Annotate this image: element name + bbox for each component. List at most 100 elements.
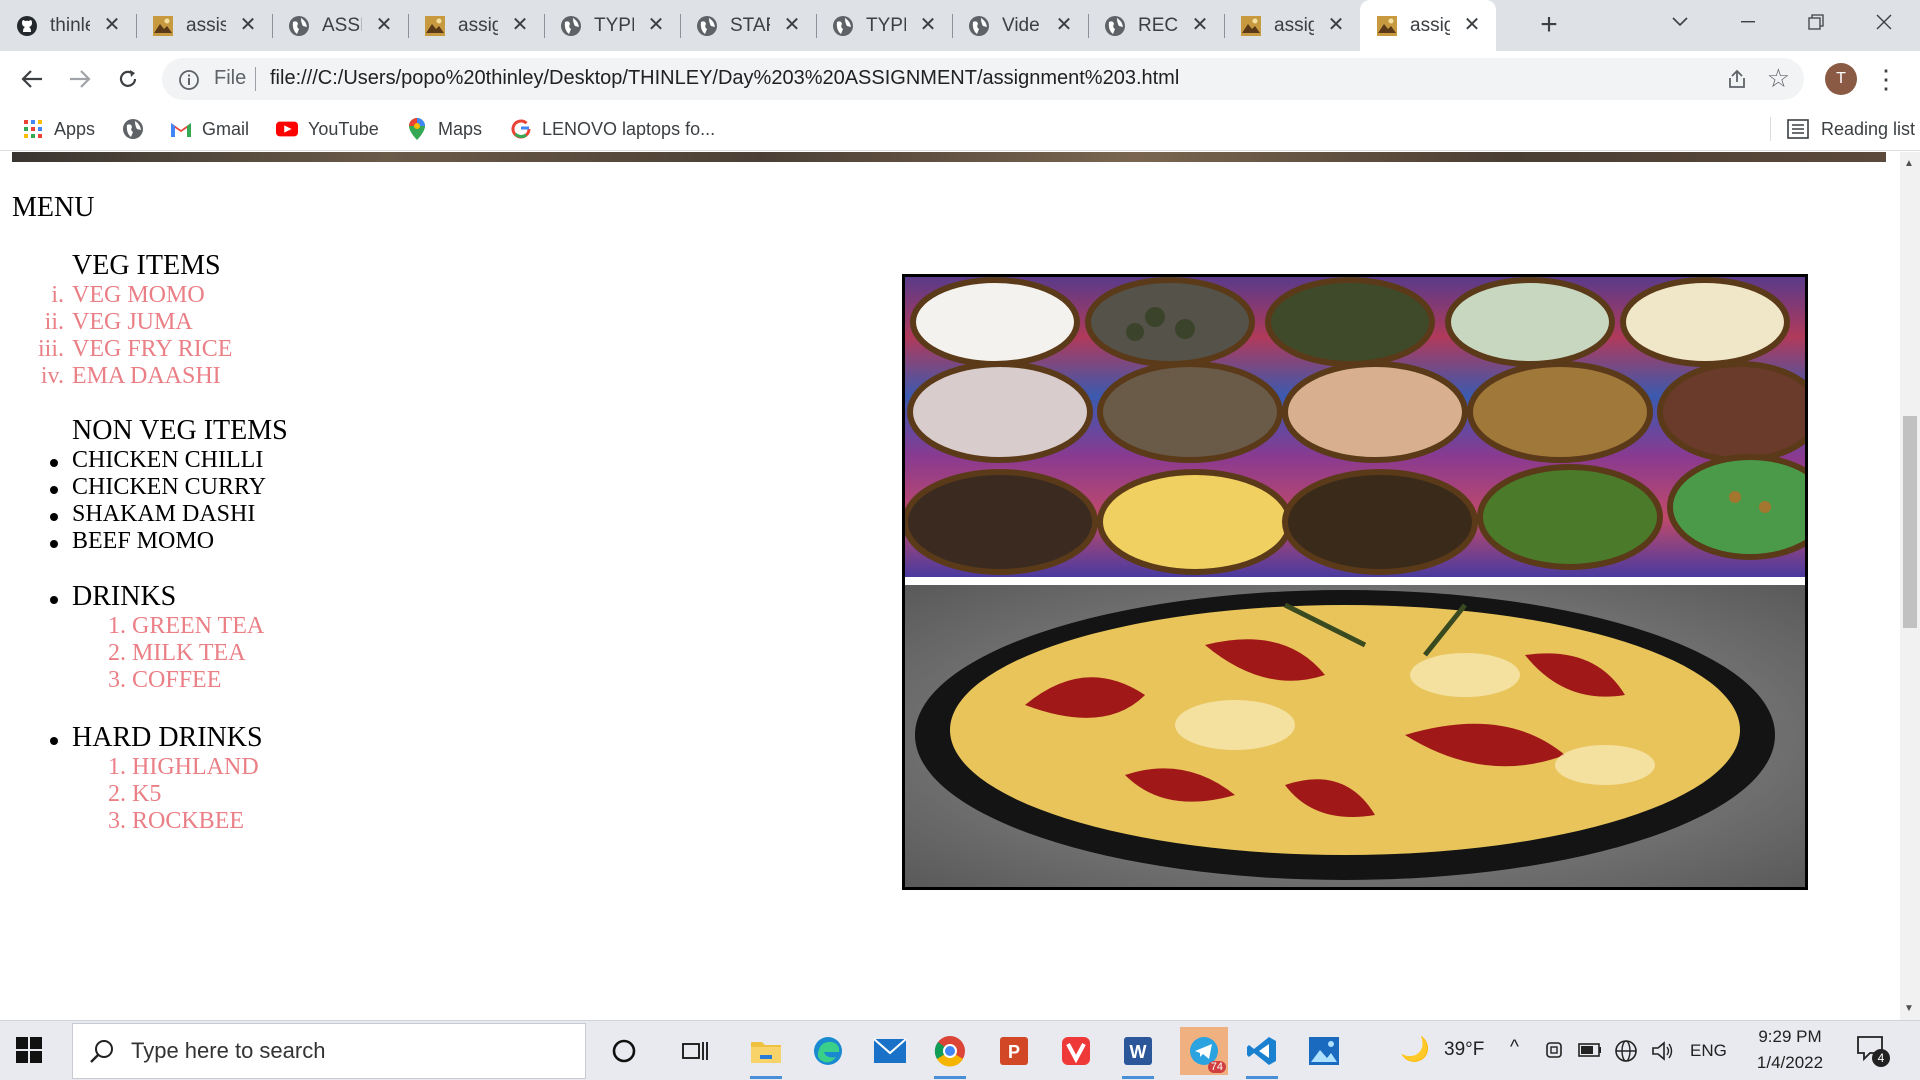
tab-search-button[interactable] [1650, 4, 1710, 40]
share-icon[interactable] [1726, 68, 1748, 90]
meet-now-icon[interactable] [1544, 1039, 1564, 1061]
close-tab-icon[interactable]: ✕ [1190, 15, 1210, 35]
action-center-button[interactable]: 4 [1856, 1035, 1890, 1069]
image-icon [1240, 15, 1262, 37]
moon-weather-icon[interactable]: 🌙 [1400, 1035, 1430, 1064]
clock-date[interactable]: 1/4/2022 [1745, 1053, 1835, 1073]
bookmark-apps[interactable]: Apps [22, 115, 95, 143]
bookmark-globe[interactable] [122, 115, 154, 143]
browser-tab[interactable]: assig ✕ [1224, 0, 1360, 51]
network-globe-icon[interactable] [1614, 1039, 1638, 1063]
info-icon[interactable] [178, 69, 200, 91]
list-marker: i. [51, 282, 64, 308]
minimize-button[interactable] [1718, 4, 1778, 40]
chrome-icon[interactable] [930, 1031, 970, 1079]
bullet-icon [50, 737, 58, 745]
running-indicator [1246, 1076, 1278, 1079]
powerpoint-icon[interactable]: P [994, 1031, 1034, 1071]
language-indicator[interactable]: ENG [1690, 1041, 1727, 1061]
file-explorer-icon[interactable] [746, 1031, 786, 1079]
page-viewport: MENU VEG ITEMS i. VEG MOMO ii. VEG JUMA … [0, 152, 1900, 1020]
chevron-up-icon[interactable]: ^ [1510, 1037, 1519, 1059]
close-window-button[interactable] [1854, 4, 1914, 40]
list-marker: 3. [108, 667, 126, 693]
list-marker: iii. [37, 336, 64, 362]
close-tab-icon[interactable]: ✕ [102, 15, 122, 35]
browser-tab[interactable]: assis ✕ [136, 0, 272, 51]
close-tab-icon[interactable]: ✕ [510, 15, 530, 35]
browser-tab[interactable]: TYPE ✕ [544, 0, 680, 51]
browser-tab[interactable]: ASSI ✕ [272, 0, 408, 51]
cortana-icon[interactable] [604, 1031, 644, 1071]
close-tab-icon[interactable]: ✕ [782, 15, 802, 35]
bookmark-star-icon[interactable]: ☆ [1767, 64, 1790, 92]
mail-icon[interactable] [870, 1031, 910, 1071]
close-tab-icon[interactable]: ✕ [918, 15, 938, 35]
browser-tab[interactable]: STAF ✕ [680, 0, 816, 51]
close-icon [1876, 14, 1892, 30]
word-icon[interactable]: W [1118, 1031, 1158, 1079]
reload-button[interactable] [112, 63, 144, 95]
scheme-label: File [214, 67, 247, 89]
bookmark-maps[interactable]: Maps [406, 115, 482, 143]
bookmark-youtube[interactable]: YouTube [276, 115, 379, 143]
weather-temperature[interactable]: 39°F [1444, 1039, 1484, 1061]
new-tab-button[interactable]: + [1533, 10, 1565, 42]
url-text[interactable]: file:///C:/Users/popo%20thinley/Desktop/… [270, 67, 1179, 90]
list-marker: 1. [108, 754, 126, 780]
vscode-icon[interactable] [1242, 1031, 1282, 1079]
browser-tab[interactable]: TYPE ✕ [816, 0, 952, 51]
close-tab-icon[interactable]: ✕ [646, 15, 666, 35]
scroll-down-icon[interactable]: ▼ [1904, 1003, 1914, 1014]
photos-icon[interactable] [1304, 1031, 1344, 1071]
browser-tab[interactable]: thinle ✕ [0, 0, 136, 51]
bullet-icon [50, 596, 58, 604]
tab-title: assig [1274, 14, 1314, 36]
close-tab-icon[interactable]: ✕ [1326, 15, 1346, 35]
vivaldi-icon[interactable] [1056, 1031, 1096, 1071]
tab-title: TYPE [594, 14, 634, 36]
telegram-icon[interactable]: 74 [1180, 1027, 1228, 1075]
restore-button[interactable] [1786, 4, 1846, 40]
browser-tab[interactable]: Vide ✕ [952, 0, 1088, 51]
tab-strip: + thinle✕assis✕ASSI✕assig✕TYPE✕STAF✕TYPE… [0, 0, 1920, 51]
globe-icon [968, 15, 990, 37]
back-button[interactable] [16, 63, 48, 95]
taskbar-search-box[interactable]: Type here to search [72, 1023, 586, 1079]
browser-tab[interactable]: assig ✕ [408, 0, 544, 51]
profile-avatar[interactable]: T [1825, 63, 1857, 95]
close-tab-icon[interactable]: ✕ [1462, 15, 1482, 35]
scroll-up-icon[interactable]: ▲ [1904, 158, 1914, 169]
clock-time[interactable]: 9:29 PM [1750, 1027, 1830, 1047]
scroll-thumb[interactable] [1903, 416, 1917, 628]
list-marker: 2. [108, 640, 126, 666]
battery-icon[interactable] [1578, 1043, 1602, 1057]
forward-button[interactable] [64, 63, 96, 95]
tab-title: thinle [50, 14, 90, 36]
globe-icon [696, 15, 718, 37]
tab-title: assig [458, 14, 498, 36]
close-tab-icon[interactable]: ✕ [1054, 15, 1074, 35]
tab-title: Vide [1002, 14, 1040, 36]
list-marker: ii. [44, 309, 64, 335]
reading-list-button[interactable]: Reading list [1770, 115, 1915, 143]
edge-icon[interactable] [808, 1031, 848, 1071]
close-tab-icon[interactable]: ✕ [238, 15, 258, 35]
bookmark-gmail[interactable]: Gmail [170, 115, 249, 143]
address-bar[interactable]: File file:///C:/Users/popo%20thinley/Des… [162, 58, 1804, 100]
tab-title: assig [1410, 14, 1450, 36]
bookmark-lenovo[interactable]: LENOVO laptops fo... [510, 115, 715, 143]
more-menu-icon[interactable]: ⋮ [1872, 61, 1900, 97]
svg-text:W: W [1130, 1042, 1147, 1062]
bullet-icon [50, 513, 58, 521]
browser-tab[interactable]: assig ✕ [1360, 0, 1496, 51]
windows-start-icon[interactable] [14, 1035, 44, 1065]
volume-icon[interactable] [1650, 1039, 1674, 1063]
page-scrollbar[interactable]: ▲ ▼ [1900, 152, 1920, 1020]
browser-tab[interactable]: RECII ✕ [1088, 0, 1224, 51]
nonveg-item: CHICKEN CHILLI [72, 447, 264, 473]
list-marker: 1. [108, 613, 126, 639]
task-view-icon[interactable] [676, 1031, 716, 1071]
close-tab-icon[interactable]: ✕ [374, 15, 394, 35]
running-indicator [1122, 1076, 1154, 1079]
